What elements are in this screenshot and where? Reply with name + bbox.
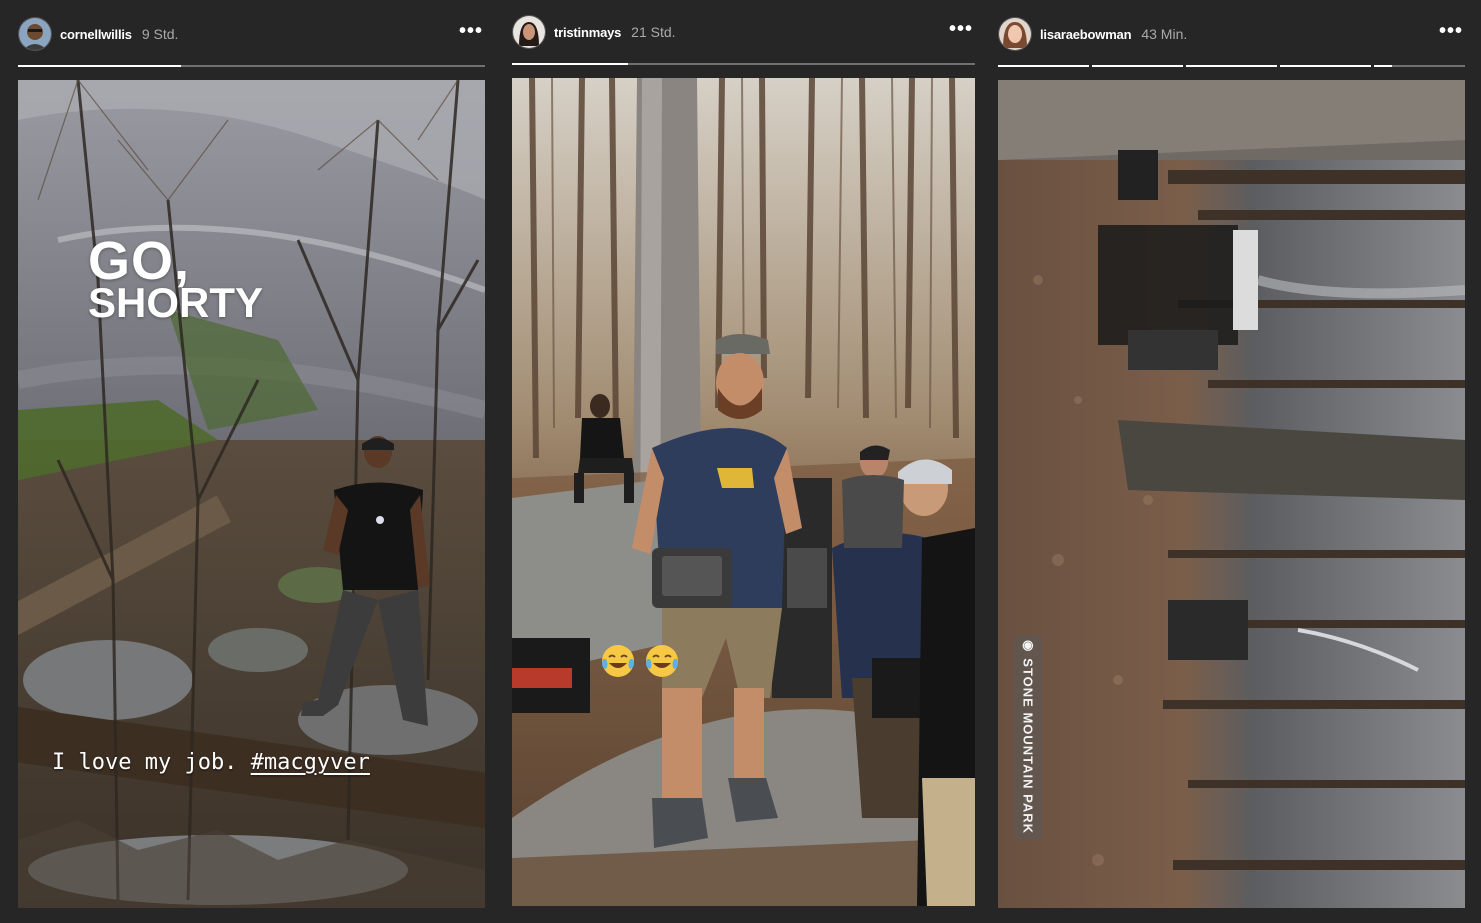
story-photo-film-crew [512, 78, 975, 906]
story-photo-rotated-forest [998, 80, 1465, 908]
location-sticker-label: ◉ STONE MOUNTAIN PARK [1015, 635, 1043, 840]
more-options-icon[interactable]: ••• [943, 19, 975, 44]
location-pin-icon: ◉ [1021, 639, 1037, 653]
story-media[interactable] [512, 78, 975, 906]
more-options-icon[interactable]: ••• [453, 21, 485, 46]
story-timestamp: 21 Std. [631, 24, 676, 40]
face-with-tears-of-joy-icon [646, 645, 678, 677]
progress-segment [18, 65, 485, 67]
avatar[interactable] [998, 17, 1032, 51]
caption-text: I love my job. [52, 750, 238, 775]
story-header: tristinmays 21 Std. ••• [512, 12, 975, 52]
avatar[interactable] [18, 17, 52, 51]
emoji-sticker-row [600, 643, 680, 679]
story-photo-rocky-forest [18, 80, 485, 908]
story-timestamp: 43 Min. [1141, 26, 1188, 42]
story-username[interactable]: lisaraebowman [1040, 27, 1132, 42]
progress-segment [512, 63, 975, 65]
story-username[interactable]: tristinmays [554, 25, 621, 40]
hashtag-link[interactable]: #macgyver [251, 750, 370, 775]
avatar[interactable] [512, 15, 546, 49]
face-with-tears-of-joy-icon [602, 645, 634, 677]
progress-segment [998, 65, 1089, 67]
story-header: lisaraebowman 43 Min. ••• [998, 14, 1465, 54]
more-options-icon[interactable]: ••• [1433, 21, 1465, 46]
story-progress-bar [512, 63, 975, 65]
story-card-tristinmays[interactable]: tristinmays 21 Std. ••• [512, 0, 975, 923]
story-progress-bar [18, 65, 485, 67]
location-name: STONE MOUNTAIN PARK [1021, 658, 1036, 835]
progress-segment [1186, 65, 1277, 67]
story-card-cornellwillis[interactable]: cornellwillis 9 Std. ••• GO, SHORTY I lo… [18, 0, 485, 923]
sticker-text-go-shorty: GO, SHORTY [88, 234, 263, 324]
story-header: cornellwillis 9 Std. ••• [18, 14, 485, 54]
location-sticker[interactable]: ◉ STONE MOUNTAIN PARK [1014, 635, 1042, 840]
progress-segment [1280, 65, 1371, 67]
story-username[interactable]: cornellwillis [60, 27, 132, 42]
progress-segment [1374, 65, 1465, 67]
story-timestamp: 9 Std. [141, 26, 179, 42]
progress-segment [1092, 65, 1183, 67]
story-caption: I love my job. #macgyver [52, 750, 370, 775]
story-card-lisaraebowman[interactable]: lisaraebowman 43 Min. ••• ◉ STONE MOUNTA… [998, 0, 1465, 923]
story-media[interactable]: GO, SHORTY I love my job. #macgyver [18, 80, 485, 908]
caption-line-2: SHORTY [88, 279, 264, 326]
story-media[interactable]: ◉ STONE MOUNTAIN PARK [998, 80, 1465, 908]
story-progress-bar [998, 65, 1465, 67]
